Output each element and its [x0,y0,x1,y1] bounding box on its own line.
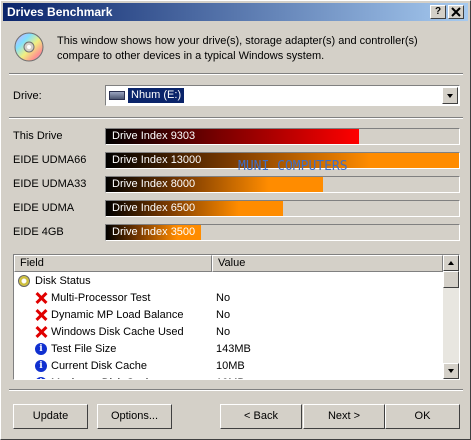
field-cell: Maximum Disk Cache [51,375,158,379]
group-label: Disk Status [35,275,91,287]
group-row-disk-status[interactable]: Disk Status [14,273,443,290]
info-icon: i [35,360,47,372]
back-button[interactable]: < Back [220,404,302,429]
intro-text: This window shows how your drive(s), sto… [57,35,418,62]
benchmark-bar-text: Drive Index 8000 [112,178,196,190]
table-row[interactable]: Multi-Processor Test No [14,290,443,307]
watermark: MUNI COMPUTERS [238,159,348,174]
status-table[interactable]: Field Value Disk Status Multi-Processor … [13,254,460,380]
value-cell: 143MB [216,343,251,355]
error-x-icon [35,309,47,321]
table-row[interactable]: i Test File Size 143MB [14,341,443,358]
benchmark-label: EIDE UDMA33 [13,178,87,190]
scroll-up-button[interactable] [443,255,459,271]
column-header-field[interactable]: Field [14,255,212,272]
info-icon: i [35,343,47,355]
benchmark-bar-text: Drive Index 9303 [112,130,196,142]
close-button[interactable] [448,5,464,19]
help-button[interactable]: ? [430,5,446,19]
field-cell: Windows Disk Cache Used [51,326,184,338]
benchmark-bar: Drive Index 3500 [105,224,460,241]
benchmark-bar: Drive Index 6500 [105,200,460,217]
table-row[interactable]: i Maximum Disk Cache 10MB [14,375,443,379]
window-title: Drives Benchmark [7,5,113,19]
value-cell: 10MB [216,360,245,372]
title-bar[interactable]: Drives Benchmark ? [3,3,468,21]
scroll-thumb[interactable] [443,271,459,288]
cd-disc-icon [14,32,44,62]
error-x-icon [35,292,47,304]
table-row[interactable]: Windows Disk Cache Used No [14,324,443,341]
vertical-scrollbar[interactable] [443,255,459,379]
benchmark-label: EIDE 4GB [13,226,64,238]
benchmark-label: EIDE UDMA66 [13,154,87,166]
field-cell: Multi-Processor Test [51,292,151,304]
value-cell: No [216,309,231,321]
drives-benchmark-window: Drives Benchmark ? This window shows how… [0,0,471,440]
separator [9,389,463,391]
field-cell: Current Disk Cache [51,360,147,372]
next-button[interactable]: Next > [303,404,385,429]
benchmark-label: This Drive [13,130,63,142]
table-row[interactable]: i Current Disk Cache 10MB [14,358,443,375]
scroll-down-button[interactable] [443,363,459,379]
ok-button[interactable]: OK [385,404,460,429]
separator [9,73,463,75]
value-cell: 10MB [216,375,245,379]
update-button[interactable]: Update [13,404,88,429]
info-icon: i [35,377,47,379]
benchmark-bar-text: Drive Index 6500 [112,202,196,214]
drive-label: Drive: [13,90,42,102]
benchmark-label: EIDE UDMA [13,202,75,214]
value-cell: No [216,326,231,338]
options-button[interactable]: Options... [97,404,172,429]
close-icon [451,7,461,17]
disk-status-icon [18,275,30,287]
separator [9,117,463,119]
benchmark-bar-text: Drive Index 3500 [112,226,196,238]
field-cell: Dynamic MP Load Balance [51,309,184,321]
drive-select[interactable]: Nhum (E:) [105,85,460,106]
benchmark-bar-text: Drive Index 13000 [112,154,202,166]
error-x-icon [35,326,47,338]
field-cell: Test File Size [51,343,117,355]
benchmark-bar: Drive Index 8000 [105,176,460,193]
benchmark-bar: Drive Index 9303 [105,128,460,145]
table-row[interactable]: Dynamic MP Load Balance No [14,307,443,324]
column-header-value[interactable]: Value [212,255,443,272]
hard-drive-icon [109,91,125,100]
value-cell: No [216,292,231,304]
drive-selected-value: Nhum (E:) [128,88,185,103]
chevron-down-icon[interactable] [442,87,458,104]
